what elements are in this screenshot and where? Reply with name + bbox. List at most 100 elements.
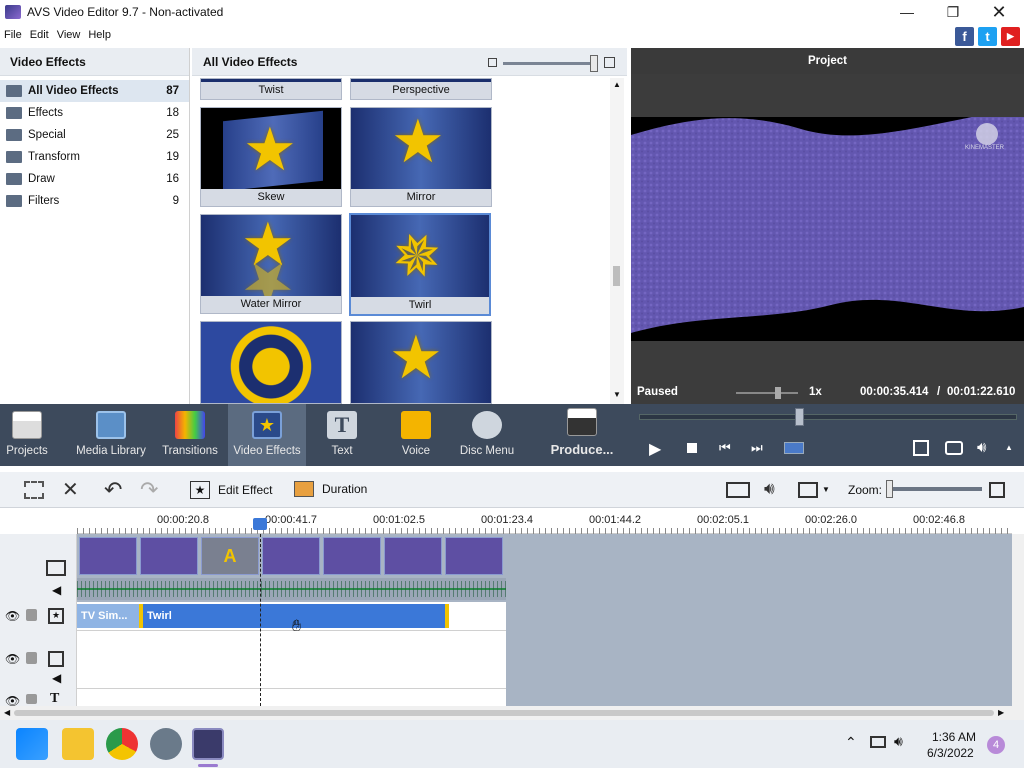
monitor-icon[interactable] [798,482,818,498]
category-all[interactable]: All Video Effects 87 [0,80,189,102]
playhead-marker[interactable] [253,518,267,530]
chevron-up-icon[interactable]: ⌃ [845,734,857,751]
video-clip[interactable] [384,537,442,575]
notification-badge[interactable]: 4 [987,736,1005,754]
tile-star-distort[interactable]: ★ [350,321,492,404]
monitor-dropdown-icon[interactable]: ▼ [822,485,830,494]
video-clip[interactable] [323,537,381,575]
tile-twist[interactable]: Twist [200,78,342,100]
clock-date[interactable]: 6/3/2022 [927,746,974,760]
speaker-icon[interactable]: 🔊︎ [894,733,903,750]
maximize-button[interactable]: ❐ [930,0,976,24]
tile-water-mirror[interactable]: ★ ★ Water Mirror [200,214,342,314]
duration-button[interactable]: Duration [294,481,367,497]
video-clip[interactable] [445,537,503,575]
snapshot-icon[interactable] [945,441,963,455]
produce-button[interactable]: Produce... [546,404,618,466]
speed-slider[interactable] [736,392,798,394]
audio-mixer-icon[interactable]: 🔊︎ [764,479,775,499]
edit-effect-button[interactable]: ★ Edit Effect [190,481,272,499]
menu-help[interactable]: Help [84,29,115,41]
seek-bar[interactable] [639,414,1017,420]
tile-skew[interactable]: ★ Skew [200,107,342,207]
windows-start-icon[interactable] [16,728,48,760]
disc-menu-button[interactable]: Disc Menu [456,404,518,466]
scroll-down-icon[interactable]: ▼ [613,390,621,399]
lock-icon[interactable] [26,694,37,704]
video-effects-button[interactable]: ★ Video Effects [228,404,306,466]
tile-twirl[interactable]: ✵ Twirl [349,213,491,316]
category-draw[interactable]: Draw 16 [0,168,189,190]
minimize-button[interactable]: — [884,0,930,24]
large-thumb-icon[interactable] [604,57,615,68]
chrome-icon[interactable] [106,728,138,760]
menu-view[interactable]: View [53,29,85,41]
effect-clip-tv[interactable]: TV Sim... [77,604,139,628]
grid-scrollbar[interactable]: ▲ ▼ [610,78,624,404]
seek-handle[interactable] [795,408,804,426]
scroll-right-icon[interactable]: ▶ [998,708,1004,717]
stop-icon[interactable] [687,443,697,453]
category-transform[interactable]: Transform 19 [0,146,189,168]
fit-timeline-icon[interactable] [989,482,1005,498]
split-icon[interactable] [784,442,804,454]
timeline-horizontal-scrollbar[interactable]: ◀ ▶ [0,706,1024,720]
file-explorer-icon[interactable] [62,728,94,760]
menu-file[interactable]: File [0,29,26,41]
avs-editor-taskbar-icon[interactable] [192,728,224,760]
clip-edge[interactable] [445,604,449,628]
video-preview[interactable]: KINEMASTER [631,117,1024,341]
video-clip[interactable] [140,537,198,575]
zoom-slider[interactable] [886,487,982,491]
small-thumb-icon[interactable] [488,58,497,67]
settings-icon[interactable] [150,728,182,760]
timeline-tracks[interactable]: A TV Sim... Twirl ✋︎ [77,534,1024,706]
scroll-up-icon[interactable]: ▲ [613,80,621,89]
category-filters[interactable]: Filters 9 [0,190,189,212]
scroll-left-icon[interactable]: ◀ [4,708,10,717]
text-button[interactable]: T Text [314,404,370,466]
fullscreen-icon[interactable] [913,440,929,456]
redo-icon[interactable]: ↷ [140,477,158,503]
volume-icon[interactable]: 🔊︎ [977,439,986,456]
undo-icon[interactable]: ↶ [104,477,122,503]
eye-icon[interactable]: 👁︎ [5,609,20,623]
video-clip[interactable] [79,537,137,575]
twitter-icon[interactable]: t [978,27,997,46]
close-button[interactable]: ✕ [976,0,1022,24]
clock-time[interactable]: 1:36 AM [932,730,976,744]
transitions-button[interactable]: Transitions [160,404,220,466]
tile-perspective[interactable]: Perspective [350,78,492,100]
eye-icon[interactable]: 👁︎ [5,652,20,666]
snap-icon[interactable] [726,482,750,498]
volume-dropdown-icon[interactable]: ▲ [1005,443,1013,452]
youtube-icon[interactable]: ▶ [1001,27,1020,46]
thumb-size-slider[interactable] [503,62,595,65]
h-scroll-thumb[interactable] [14,710,994,716]
storyboard-icon[interactable] [24,481,44,499]
play-icon[interactable]: ▶ [649,439,661,459]
voice-button[interactable]: Voice [388,404,444,466]
speed-slider-handle[interactable] [775,387,781,399]
category-effects[interactable]: Effects 18 [0,102,189,124]
media-library-button[interactable]: Media Library [72,404,150,466]
slider-handle[interactable] [590,55,598,72]
video-clip[interactable] [262,537,320,575]
menu-edit[interactable]: Edit [26,29,53,41]
network-icon[interactable] [870,736,886,748]
timeline-ruler[interactable]: 00:00:20.8 00:00:41.7 00:01:02.5 00:01:2… [77,510,1012,534]
audio-waveform[interactable] [77,578,506,600]
scroll-thumb[interactable] [613,266,620,286]
transition-clip[interactable]: A [201,537,259,575]
delete-icon[interactable]: ✕ [62,477,79,502]
zoom-slider-handle[interactable] [886,480,893,498]
tile-reel[interactable] [200,321,342,404]
next-frame-icon[interactable]: ⏭ [751,440,763,456]
projects-button[interactable]: Projects [0,404,54,466]
category-special[interactable]: Special 25 [0,124,189,146]
tile-mirror[interactable]: ★ Mirror [350,107,492,207]
lock-icon[interactable] [26,609,37,621]
lock-icon[interactable] [26,652,37,664]
previous-frame-icon[interactable]: ⏮ [719,440,731,456]
facebook-icon[interactable]: f [955,27,974,46]
